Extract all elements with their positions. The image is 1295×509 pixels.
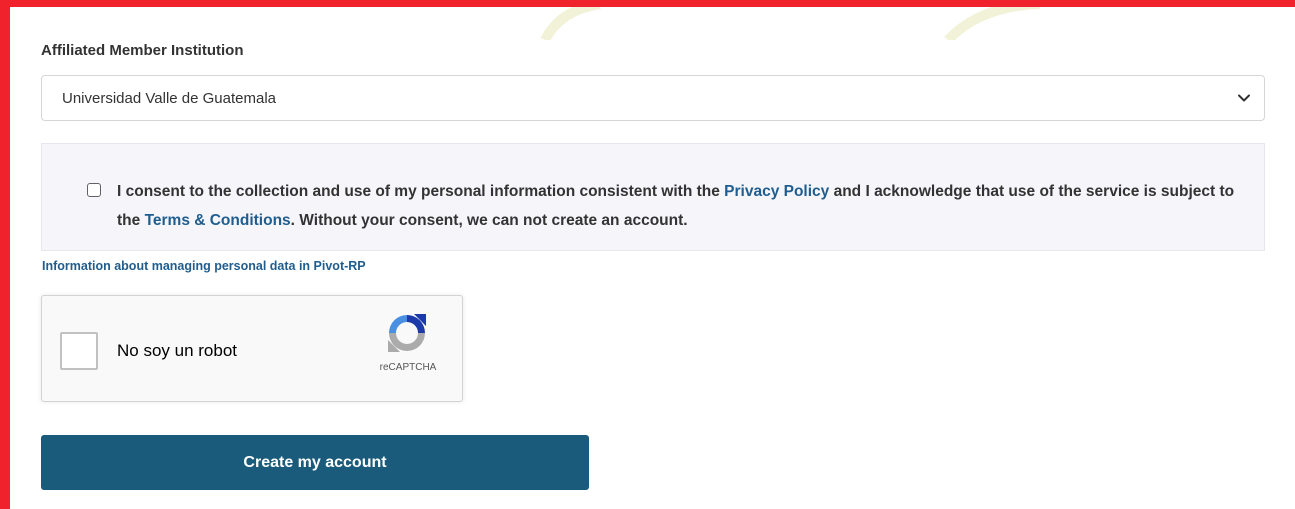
recaptcha-brand: reCAPTCHA <box>379 362 437 373</box>
institution-select-value: Universidad Valle de Guatemala <box>62 89 277 107</box>
chevron-down-icon <box>1238 94 1250 102</box>
consent-checkbox[interactable] <box>87 183 101 197</box>
create-account-button[interactable]: Create my account <box>41 435 589 490</box>
consent-text-part-1: I consent to the collection and use of m… <box>117 183 725 200</box>
privacy-policy-link[interactable]: Privacy Policy <box>724 183 829 200</box>
personal-data-info-link[interactable]: Information about managing personal data… <box>42 259 366 273</box>
recaptcha-widget: No soy un robot reCAPTCHA <box>41 295 463 402</box>
recaptcha-logo-icon <box>388 314 426 352</box>
institution-label: Affiliated Member Institution <box>41 42 244 59</box>
recaptcha-label: No soy un robot <box>117 341 238 360</box>
consent-panel: I consent to the collection and use of m… <box>41 143 1265 251</box>
consent-text-part-3: . Without your consent, we can not creat… <box>290 212 688 229</box>
recaptcha-checkbox[interactable] <box>60 332 98 370</box>
institution-select[interactable]: Universidad Valle de Guatemala <box>41 75 1265 121</box>
background-watermark <box>540 0 1041 40</box>
terms-conditions-link[interactable]: Terms & Conditions <box>145 212 291 229</box>
consent-text: I consent to the collection and use of m… <box>117 177 1237 235</box>
